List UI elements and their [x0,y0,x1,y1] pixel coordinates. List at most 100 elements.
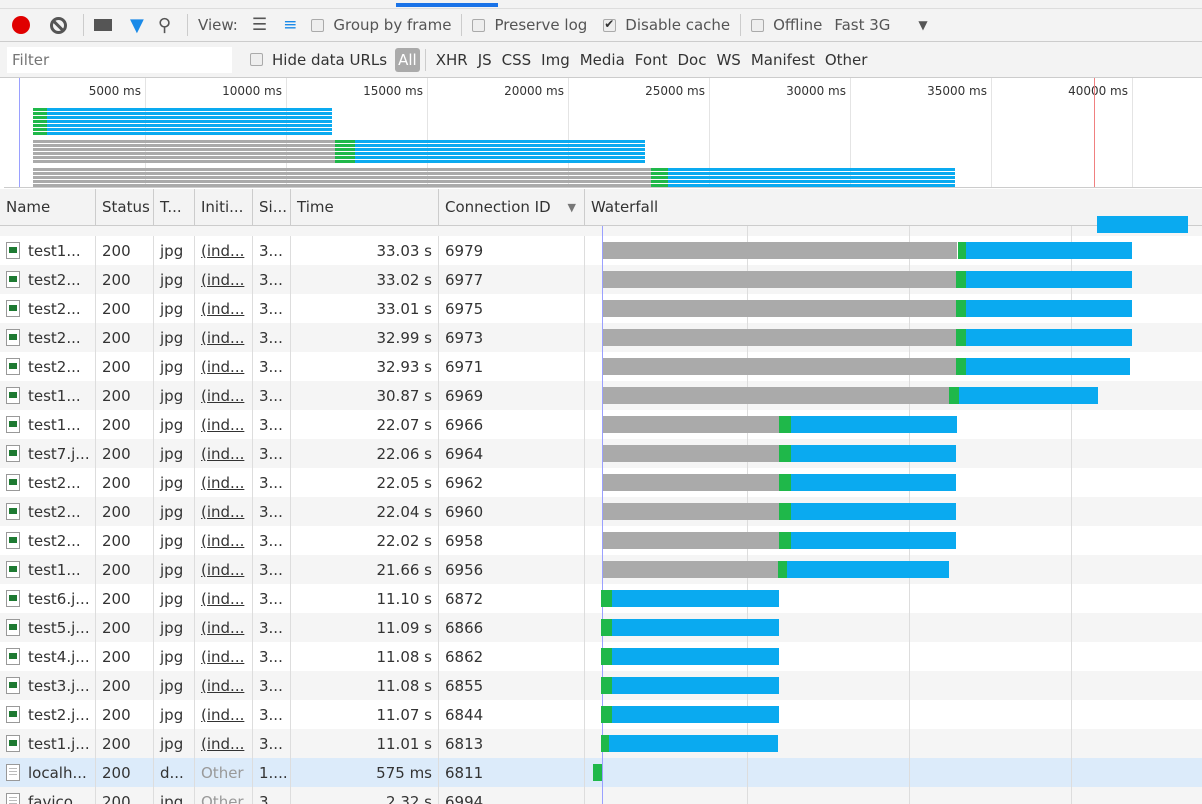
hide-data-urls-label: Hide data URLs [272,50,388,69]
table-row[interactable]: test3.j... 200 jpg (ind... 3... 11.08 s 6855 [0,671,1202,700]
offline-checkbox[interactable] [751,18,765,32]
type-filter-js[interactable]: JS [478,51,492,69]
search-icon[interactable]: ⚲ [158,15,171,36]
throttling-select[interactable]: Fast 3G [834,16,890,34]
type-filter-css[interactable]: CSS [502,51,532,69]
initiator-text[interactable]: (ind... [201,242,244,260]
type-filter-ws[interactable]: WS [716,51,740,69]
table-row[interactable]: test2... 200 jpg (ind... 3... 32.99 s 6973 [0,323,1202,352]
table-row[interactable]: favico 200 jpg Other 3... 2.32 s 6994 [0,787,1202,804]
large-rows-icon[interactable]: ☰ [252,15,267,35]
screenshot-camera-icon[interactable] [94,19,112,31]
column-name[interactable]: Name [0,189,96,225]
type-filter-other[interactable]: Other [825,51,868,69]
type-filter-doc[interactable]: Doc [677,51,706,69]
table-row[interactable]: test1... 200 jpg (ind... 3... 30.87 s 6969 [0,381,1202,410]
initiator-text[interactable]: (ind... [201,300,244,318]
initiator-text[interactable]: (ind... [201,416,244,434]
table-row[interactable]: test2... 200 jpg (ind... 3... 22.02 s 6958 [0,526,1202,555]
type-filter-img[interactable]: Img [541,51,570,69]
time-text: 11.08 s [376,647,432,666]
cell-time: 22.05 s [291,468,439,497]
filter-icon[interactable]: ▼ [130,15,144,36]
initiator-text[interactable]: (ind... [201,648,244,666]
type-filter-font[interactable]: Font [635,51,668,69]
group-by-frame-checkbox[interactable] [311,18,325,32]
waterfall-view-icon[interactable]: ≡ [283,15,297,35]
table-row[interactable]: test2... 200 jpg (ind... 3... 33.01 s 6975 [0,294,1202,323]
initiator-text[interactable]: (ind... [201,387,244,405]
initiator-text[interactable]: (ind... [201,590,244,608]
table-row[interactable]: test1.j... 200 jpg (ind... 3... 11.01 s 6813 [0,729,1202,758]
cell-name: test1... [0,410,96,439]
initiator-text[interactable]: (ind... [201,474,244,492]
column-status[interactable]: Status [96,189,154,225]
size-text: 3... [259,299,283,318]
initiator-text[interactable]: (ind... [201,561,244,579]
table-row[interactable]: test7.j... 200 jpg (ind... 3... 22.06 s 6964 [0,439,1202,468]
hide-data-urls-checkbox[interactable] [250,53,263,66]
type-text: jpg [160,589,184,608]
cell-initiator: (ind... [195,468,253,497]
initiator-text[interactable]: (ind... [201,271,244,289]
column-waterfall[interactable]: Waterfall [585,189,1202,225]
cell-type: jpg [154,671,195,700]
record-button[interactable] [12,16,30,34]
table-row[interactable]: test1... 200 jpg (ind... 3... 21.66 s 6956 [0,555,1202,584]
initiator-text[interactable]: (ind... [201,329,244,347]
size-text: 3... [259,734,283,753]
name-text: test7.j... [28,444,90,463]
initiator-text[interactable]: (ind... [201,532,244,550]
column-initiator[interactable]: Initi... [195,189,253,225]
type-filter-all[interactable]: All [395,47,420,72]
overview-bar [33,132,48,135]
column-connection-id[interactable]: Connection ID ▼ [439,189,585,225]
size-text: 3... [259,705,283,724]
table-row[interactable]: test4.j... 200 jpg (ind... 3... 11.08 s 6862 [0,642,1202,671]
disable-cache-checkbox[interactable] [603,17,617,32]
conn-text: 6966 [445,415,484,434]
clear-icon[interactable] [50,16,67,34]
table-row[interactable]: localh... 200 d... Other 1.... 575 ms 6811 [0,758,1202,787]
table-row[interactable]: test2.j... 200 jpg (ind... 3... 11.07 s 6844 [0,700,1202,729]
initiator-text[interactable]: (ind... [201,706,244,724]
table-row[interactable]: test2... 200 jpg (ind... 3... 33.02 s 6977 [0,265,1202,294]
cell-initiator: (ind... [195,410,253,439]
view-label: View: [198,16,238,34]
type-filter-media[interactable]: Media [580,51,625,69]
cell-size: 3... [253,352,291,381]
cell-status: 200 [96,526,154,555]
cell-size: 3... [253,410,291,439]
initiator-text[interactable]: (ind... [201,677,244,695]
overview-bar [354,160,646,163]
image-icon [6,619,20,636]
cell-name: test1... [0,381,96,410]
filter-input[interactable] [7,46,232,73]
image-icon [6,416,20,433]
table-row[interactable]: test1... 200 jpg (ind... 3... 22.07 s 6966 [0,410,1202,439]
table-row[interactable]: test2... 200 jpg (ind... 3... 22.05 s 6962 [0,468,1202,497]
cell-initiator: (ind... [195,439,253,468]
preserve-log-checkbox[interactable] [472,18,486,32]
table-row[interactable]: test5.j... 200 jpg (ind... 3... 11.09 s 6866 [0,613,1202,642]
initiator-text[interactable]: (ind... [201,358,244,376]
initiator-text[interactable]: (ind... [201,619,244,637]
column-size[interactable]: Si... [253,189,291,225]
table-row[interactable]: test2... 200 jpg (ind... 3... 22.04 s 6960 [0,497,1202,526]
table-row-partial[interactable] [0,226,1202,236]
timeline-overview[interactable]: 5000 ms 10000 ms 15000 ms 20000 ms 25000 ms 3… [4,78,1202,188]
initiator-text[interactable]: (ind... [201,503,244,521]
table-row[interactable]: test2... 200 jpg (ind... 3... 32.93 s 6971 [0,352,1202,381]
column-time[interactable]: Time [291,189,439,225]
overview-bar [650,180,668,183]
table-row[interactable]: test6.j... 200 jpg (ind... 3... 11.10 s 6872 [0,584,1202,613]
size-text: 3... [259,357,283,376]
column-type[interactable]: T... [154,189,195,225]
initiator-text[interactable]: (ind... [201,735,244,753]
table-row[interactable]: test1... 200 jpg (ind... 3... 33.03 s 6979 [0,236,1202,265]
initiator-text[interactable]: (ind... [201,445,244,463]
chevron-down-icon[interactable]: ▼ [918,18,927,32]
cell-conn: 6979 [439,236,585,265]
type-filter-manifest[interactable]: Manifest [751,51,815,69]
type-filter-xhr[interactable]: XHR [436,51,468,69]
